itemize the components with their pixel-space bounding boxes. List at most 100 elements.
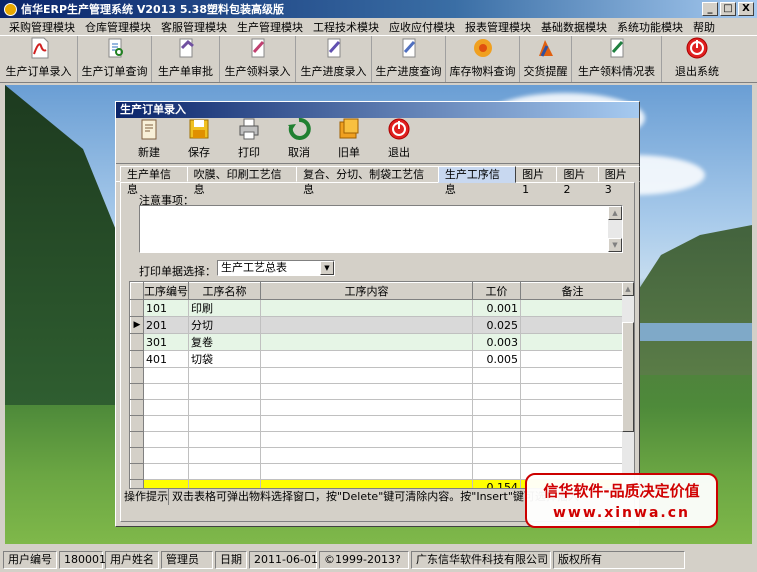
- tab-order-info[interactable]: 生产单信息: [120, 166, 188, 196]
- cell-remark[interactable]: [520, 299, 625, 317]
- table-row[interactable]: 401 切袋 0.005: [130, 350, 625, 368]
- cell-name[interactable]: 分切: [188, 316, 261, 334]
- col-header-code[interactable]: 工序编号: [143, 282, 189, 300]
- print-button[interactable]: 打印: [224, 118, 274, 163]
- menu-reports[interactable]: 报表管理模块: [460, 19, 536, 35]
- total-price: 0.154: [472, 479, 521, 488]
- user-code-label: 用户编号: [3, 551, 57, 569]
- table-row[interactable]: 101 印刷 0.001: [130, 299, 625, 317]
- pdf-doc-icon: [26, 36, 52, 60]
- cancel-button[interactable]: 取消: [274, 117, 324, 163]
- menu-bar: 采购管理模块 仓库管理模块 客服管理模块 生产管理模块 工程技术模块 应收应付模…: [0, 18, 757, 35]
- menu-purchase[interactable]: 采购管理模块: [4, 19, 80, 35]
- cell-content[interactable]: [260, 299, 473, 317]
- new-label: 新建: [138, 146, 160, 159]
- cell-code[interactable]: 101: [143, 299, 189, 317]
- scroll-up-icon[interactable]: ▲: [622, 282, 634, 296]
- tab-laminate-slit-bag-process[interactable]: 复合、分切、制袋工艺信息: [296, 166, 439, 196]
- row-indicator-header: [130, 282, 144, 300]
- promo-slogan: 信华软件-品质决定价值: [543, 482, 700, 500]
- col-header-remark[interactable]: 备注: [520, 282, 625, 300]
- cell-price[interactable]: 0.025: [472, 316, 521, 334]
- user-name-label: 用户姓名: [105, 551, 159, 569]
- toolbar-label: 退出系统: [675, 65, 719, 78]
- menu-customer-service[interactable]: 客服管理模块: [156, 19, 232, 35]
- col-header-content[interactable]: 工序内容: [260, 282, 473, 300]
- menu-system[interactable]: 系统功能模块: [612, 19, 688, 35]
- tab-image-2[interactable]: 图片2: [556, 166, 599, 196]
- table-row[interactable]: ▶ 201 分切 0.025: [130, 316, 625, 334]
- new-button[interactable]: 新建: [124, 118, 174, 163]
- menu-receivables[interactable]: 应收应付模块: [384, 19, 460, 35]
- scroll-up-icon[interactable]: ▲: [608, 206, 622, 220]
- tab-strip: 生产单信息 吹膜、印刷工艺信息 复合、分切、制袋工艺信息 生产工序信息 图片1 …: [116, 166, 640, 196]
- scroll-thumb[interactable]: [622, 322, 634, 432]
- menu-engineering[interactable]: 工程技术模块: [308, 19, 384, 35]
- delivery-alert-icon: [533, 36, 559, 60]
- cell-name[interactable]: 切袋: [188, 350, 261, 368]
- scroll-down-icon[interactable]: ▼: [608, 238, 622, 252]
- toolbar-order-query-button[interactable]: 生产订单查询: [78, 36, 152, 82]
- row-indicator: [130, 299, 144, 317]
- maximize-button[interactable]: □: [720, 2, 736, 16]
- cell-name[interactable]: 印刷: [188, 299, 261, 317]
- tab-image-3[interactable]: 图片3: [597, 166, 640, 196]
- title-bar: 信华ERP生产管理系统 V2013 5.38塑料包装高级版 _ □ X: [0, 0, 757, 18]
- minimize-button[interactable]: _: [702, 2, 718, 16]
- toolbar-inventory-button[interactable]: 库存物料查询: [446, 36, 520, 82]
- cell-content[interactable]: [260, 316, 473, 334]
- menu-basic-data[interactable]: 基础数据模块: [536, 19, 612, 35]
- menu-warehouse[interactable]: 仓库管理模块: [80, 19, 156, 35]
- print-document-select[interactable]: 生产工艺总表 ▼: [217, 260, 335, 276]
- toolbar-exit-button[interactable]: 退出系统: [662, 36, 732, 82]
- toolbar-progress-query-button[interactable]: 生产进度查询: [372, 36, 446, 82]
- cell-price[interactable]: 0.001: [472, 299, 521, 317]
- col-header-price[interactable]: 工价: [472, 282, 521, 300]
- table-row[interactable]: 301 复卷 0.003: [130, 333, 625, 351]
- cell-remark[interactable]: [520, 316, 625, 334]
- tab-image-1[interactable]: 图片1: [515, 166, 558, 196]
- tab-film-print-process[interactable]: 吹膜、印刷工艺信息: [186, 166, 298, 196]
- toolbar-label: 生产领料录入: [224, 65, 291, 78]
- row-indicator: [130, 479, 144, 488]
- cell-remark[interactable]: [520, 333, 625, 351]
- inventory-icon: [470, 36, 496, 60]
- cell-price[interactable]: 0.003: [472, 333, 521, 351]
- print-select-label: 打印单据选择：: [139, 265, 216, 278]
- grid-scrollbar[interactable]: ▲: [622, 282, 634, 488]
- toolbar-material-report-button[interactable]: 生产领料情况表: [572, 36, 662, 82]
- note-scrollbar[interactable]: ▲ ▼: [608, 206, 622, 252]
- order-entry-title: 生产订单录入: [116, 102, 639, 118]
- toolbar-label: 生产领料情况表: [578, 65, 655, 78]
- col-header-name[interactable]: 工序名称: [188, 282, 261, 300]
- cell-code[interactable]: 201: [143, 316, 189, 334]
- cell-remark[interactable]: [520, 350, 625, 368]
- cell-content[interactable]: [260, 333, 473, 351]
- tab-production-process[interactable]: 生产工序信息: [437, 166, 517, 196]
- cell-price[interactable]: 0.005: [472, 350, 521, 368]
- chevron-down-icon[interactable]: ▼: [320, 261, 334, 275]
- toolbar-approve-button[interactable]: 生产单审批: [152, 36, 220, 82]
- cell-code[interactable]: 401: [143, 350, 189, 368]
- save-button[interactable]: 保存: [174, 118, 224, 163]
- order-entry-window: 生产订单录入 新建 保存 打印 取消 旧单 退出 生产单信息 吹膜、印刷工艺信息…: [115, 101, 640, 527]
- toolbar-label: 库存物料查询: [449, 65, 516, 78]
- app-icon: [4, 2, 17, 16]
- hint-label: 操作提示: [121, 489, 169, 505]
- toolbar-progress-entry-button[interactable]: 生产进度录入: [296, 36, 372, 82]
- exit-button[interactable]: 退出: [374, 118, 424, 163]
- cell-name[interactable]: 复卷: [188, 333, 261, 351]
- toolbar-material-entry-button[interactable]: 生产领料录入: [220, 36, 296, 82]
- toolbar-order-entry-button[interactable]: 生产订单录入: [0, 36, 78, 82]
- cell-content[interactable]: [260, 350, 473, 368]
- status-bar: 用户编号 180001 用户姓名 管理员 日期 2011-06-01 ©1999…: [0, 548, 757, 572]
- promo-url: www.xinwa.cn: [553, 505, 690, 521]
- cell-code[interactable]: 301: [143, 333, 189, 351]
- menu-production[interactable]: 生产管理模块: [232, 19, 308, 35]
- menu-help[interactable]: 帮助: [688, 19, 720, 35]
- row-indicator: [130, 350, 144, 368]
- note-textarea[interactable]: ▲ ▼: [139, 205, 623, 253]
- toolbar-delivery-button[interactable]: 交货提醒: [520, 36, 572, 82]
- old-order-button[interactable]: 旧单: [324, 118, 374, 163]
- close-button[interactable]: X: [738, 2, 754, 16]
